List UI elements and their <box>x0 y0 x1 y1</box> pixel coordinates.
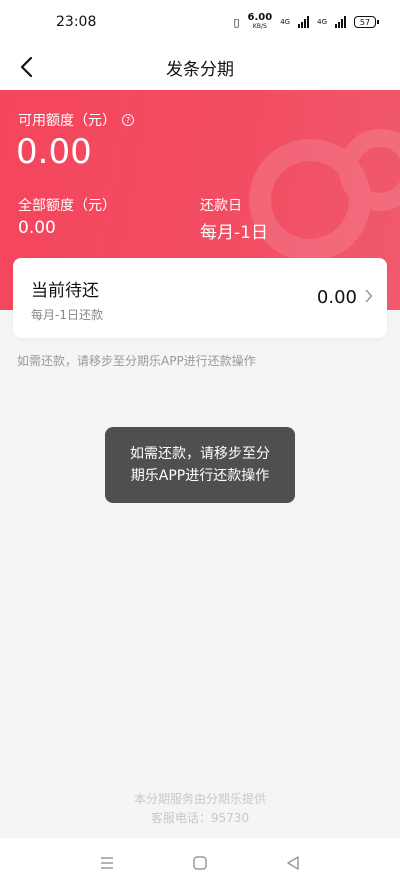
available-credit-value: 0.00 <box>16 132 92 172</box>
vibrate-icon: ▯ <box>233 15 240 29</box>
system-nav-bar <box>0 838 400 888</box>
home-icon[interactable] <box>192 855 208 871</box>
help-icon[interactable]: ? <box>122 114 134 126</box>
pending-repayment-card[interactable]: 当前待还 每月-1日还款 0.00 <box>13 258 387 338</box>
nav-bar: 发条分期 <box>0 44 400 90</box>
pending-subtitle: 每月-1日还款 <box>31 308 103 322</box>
page-title: 发条分期 <box>166 59 234 80</box>
network-speed: 6.00 KB/S <box>247 12 273 31</box>
toast-message: 如需还款，请移步至分期乐APP进行还款操作 <box>105 427 295 503</box>
chevron-right-icon <box>365 289 373 303</box>
menu-icon[interactable] <box>99 856 115 870</box>
total-credit-label: 全部额度（元） <box>18 198 116 214</box>
repayment-day-value: 每月-1日 <box>200 223 268 243</box>
network-type-1: 4G <box>280 18 291 26</box>
signal-icon-2 <box>335 16 346 28</box>
status-icons: ▯ 6.00 KB/S 4G 4G 57 <box>233 12 379 31</box>
network-type-2: 4G <box>317 18 327 26</box>
back-button[interactable] <box>12 52 40 82</box>
pending-amount: 0.00 <box>316 287 357 308</box>
hotline-text: 客服电话：95730 <box>150 811 250 825</box>
repayment-day-label: 还款日 <box>200 198 242 214</box>
battery-level: 57 <box>359 17 371 27</box>
decorative-swirl-icon <box>249 129 400 261</box>
back-triangle-icon[interactable] <box>285 855 301 871</box>
service-footer: 本分期服务由分期乐提供 客服电话：95730 <box>0 790 400 828</box>
signal-icon <box>298 16 310 28</box>
chevron-left-icon <box>20 56 33 78</box>
total-credit-value: 0.00 <box>18 218 56 238</box>
repayment-note: 如需还款，请移步至分期乐APP进行还款操作 <box>17 354 256 368</box>
provider-text: 本分期服务由分期乐提供 <box>133 792 266 806</box>
battery-icon: 57 <box>354 16 379 28</box>
pending-title: 当前待还 <box>31 281 99 301</box>
status-bar: 23:08 ▯ 6.00 KB/S 4G 4G 57 <box>0 0 400 44</box>
available-credit-label: 可用额度（元） ? <box>18 110 134 130</box>
status-time: 23:08 <box>56 14 97 30</box>
